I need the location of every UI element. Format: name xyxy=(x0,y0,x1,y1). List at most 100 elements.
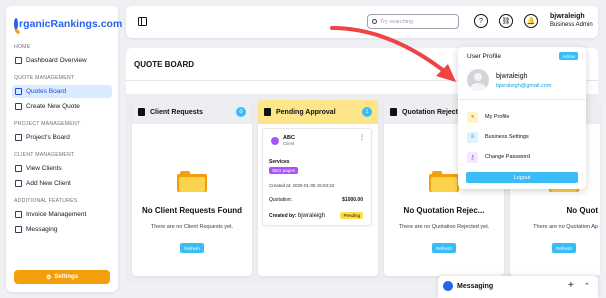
header-user-role[interactable]: Business Admin xyxy=(550,22,593,28)
column-pending-approval: Pending Approval 1 ABC Client ⋮ Services… xyxy=(258,100,378,276)
gear-icon: ⚙ xyxy=(45,274,52,281)
brand-logo[interactable]: rganicRankings.com xyxy=(12,12,122,36)
sidebar-item-label: View Clients xyxy=(26,165,62,172)
created-by: Created by: bjwraleigh xyxy=(269,213,325,219)
bell-icon[interactable]: 🔔 xyxy=(524,14,538,28)
sidebar-item-label: Add New Client xyxy=(26,180,71,187)
menu-item-change-password[interactable]: ⚷ Change Password xyxy=(467,151,530,163)
sidebar-item-messaging[interactable]: Messaging xyxy=(12,223,112,236)
document-icon xyxy=(138,108,145,116)
sidebar-toggle-icon[interactable] xyxy=(138,17,147,26)
user-plus-icon xyxy=(15,180,22,187)
avatar xyxy=(443,281,453,291)
sidebar-item-invoices[interactable]: Invoice Management xyxy=(12,208,112,221)
quotation-label: Quotation: xyxy=(269,197,293,203)
created-by-label: Created by: xyxy=(269,213,297,219)
sidebar-item-label: Project's Board xyxy=(26,134,70,141)
link-icon[interactable]: ⛓ xyxy=(499,14,513,28)
sidebar-item-dashboard[interactable]: Dashboard Overview xyxy=(12,54,112,67)
nav-section-quotes: QUOTE MANAGEMENT xyxy=(14,75,75,81)
logo-mark-icon xyxy=(14,18,18,30)
profile-email: bjwraleigh@gmail.com xyxy=(496,83,552,89)
service-tag: SEO pages xyxy=(269,167,299,174)
settings-button[interactable]: ⚙ Settings xyxy=(14,270,110,284)
empty-state-subtitle: There are no Client Requests yet. xyxy=(150,224,234,230)
quote-card[interactable]: ABC Client ⋮ Services SEO pages Created … xyxy=(262,128,372,226)
admin-badge: Admin xyxy=(559,52,578,60)
refresh-button[interactable]: Refresh xyxy=(180,243,204,253)
document-add-icon xyxy=(15,103,22,110)
sidebar-item-label: Create New Quote xyxy=(26,103,80,110)
sidebar-item-label: Quotes Board xyxy=(26,88,67,95)
logout-button[interactable]: Logout xyxy=(466,172,578,183)
sidebar-item-label: Dashboard Overview xyxy=(26,57,87,64)
user-profile-dropdown: User Profile Admin bjwraleigh bjwraleigh… xyxy=(458,47,586,189)
empty-state-subtitle: There are no Quotation Rejected yet. xyxy=(398,224,490,230)
nav-section-home: HOME xyxy=(14,44,31,50)
clipboard-icon xyxy=(15,88,22,95)
sidebar-item-view-clients[interactable]: View Clients xyxy=(12,162,112,175)
sidebar-item-create-quote[interactable]: Create New Quote xyxy=(12,100,112,113)
invoice-icon xyxy=(15,211,22,218)
empty-folder-icon xyxy=(177,170,207,192)
created-at: Created at: 2025-01-08 15:53:22 xyxy=(269,183,335,188)
avatar xyxy=(467,69,489,91)
chevron-up-icon[interactable]: ⌃ xyxy=(584,282,590,290)
user-icon: ● xyxy=(467,111,478,123)
settings-label: Settings xyxy=(54,274,79,280)
sidebar-item-label: Invoice Management xyxy=(26,211,87,218)
refresh-button[interactable]: Refresh xyxy=(552,243,576,253)
empty-state-subtitle: There are no Quotation Ap xyxy=(533,224,598,230)
brand-name: rganicRankings.com xyxy=(19,18,123,30)
menu-item-my-profile[interactable]: ● My Profile xyxy=(467,111,509,123)
document-icon xyxy=(390,108,397,116)
column-header: Pending Approval xyxy=(258,100,378,124)
status-badge: Pending xyxy=(340,212,363,219)
sidebar-item-quotes-board[interactable]: Quotes Board xyxy=(12,85,112,98)
menu-item-label: Change Password xyxy=(485,154,530,160)
sidebar-item-add-client[interactable]: Add New Client xyxy=(12,177,112,190)
sidebar: rganicRankings.com HOME Dashboard Overvi… xyxy=(6,6,122,292)
empty-state-title: No Quot xyxy=(566,206,598,215)
plus-icon[interactable]: + xyxy=(568,280,574,291)
profile-name: bjwraleigh xyxy=(496,73,528,80)
quotation-value: $1000.00 xyxy=(342,197,363,203)
nav-section-additional: ADDITIONAL FEATURES xyxy=(14,198,78,204)
menu-item-label: My Profile xyxy=(485,114,510,120)
empty-state-title: No Quotation Rejec... xyxy=(403,206,485,215)
nav-section-projects: PROJECT MANAGEMENT xyxy=(14,121,81,127)
messaging-bar[interactable]: Messaging + ⌃ xyxy=(438,276,598,298)
folder-icon xyxy=(15,134,22,141)
menu-item-business-settings[interactable]: ≡ Business Settings xyxy=(467,131,529,143)
dropdown-title: User Profile xyxy=(467,53,501,60)
divider xyxy=(458,99,586,100)
sidebar-item-projects-board[interactable]: Project's Board xyxy=(12,131,112,144)
menu-item-label: Business Settings xyxy=(485,134,529,140)
column-title: Quotation Rejected xyxy=(402,108,467,116)
annotation-arrow xyxy=(330,26,456,82)
nav-section-clients: CLIENT MANAGEMENT xyxy=(14,152,75,158)
more-options-icon[interactable]: ⋮ xyxy=(359,134,365,141)
users-icon xyxy=(15,165,22,172)
created-by-user: bjwraleigh xyxy=(297,213,325,219)
column-client-requests: Client Requests 0 No Client Requests Fou… xyxy=(132,100,252,276)
sidebar-item-label: Messaging xyxy=(26,226,58,233)
column-title: Client Requests xyxy=(150,108,203,116)
page-title: QUOTE BOARD xyxy=(134,60,194,69)
messaging-label: Messaging xyxy=(457,283,494,290)
column-header: Client Requests xyxy=(132,100,252,124)
client-label: Client xyxy=(283,141,295,146)
refresh-button[interactable]: Refresh xyxy=(432,243,456,253)
sliders-icon: ≡ xyxy=(467,131,478,143)
count-badge: 0 xyxy=(236,107,246,117)
chat-icon xyxy=(15,226,22,233)
document-icon xyxy=(264,108,271,116)
services-label: Services xyxy=(269,159,290,165)
key-icon: ⚷ xyxy=(467,151,478,163)
help-icon[interactable]: ? xyxy=(474,14,488,28)
empty-folder-icon xyxy=(429,170,459,192)
header-user-name[interactable]: bjwraleigh xyxy=(550,13,585,20)
empty-state-title: No Client Requests Found xyxy=(142,206,242,215)
avatar xyxy=(271,137,279,145)
column-title: Pending Approval xyxy=(276,108,336,116)
